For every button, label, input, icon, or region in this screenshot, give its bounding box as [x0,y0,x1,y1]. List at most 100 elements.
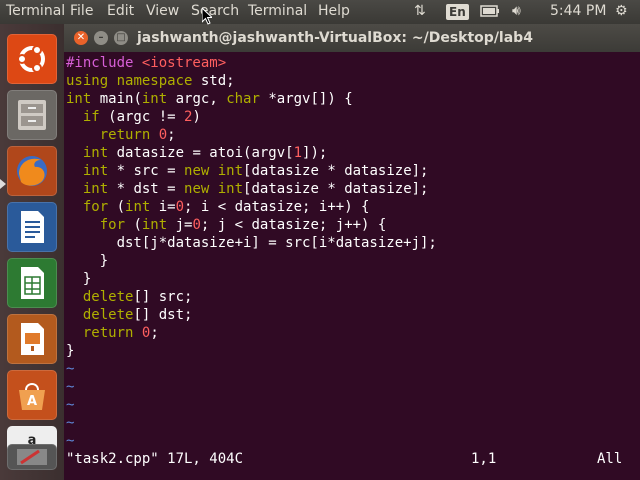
code-token: [] dst; [133,307,193,323]
code-token: i= [150,199,176,215]
menu-help[interactable]: Help [318,3,350,19]
files-icon[interactable] [7,90,57,140]
code-token: 0 [192,217,201,233]
menu-terminal[interactable]: Terminal [248,3,307,19]
terminal-vim-editor[interactable]: #include <iostream> using namespace std; i… [64,52,630,480]
code-token: ; j < datasize; j++) { [200,217,387,233]
code-token: if [82,109,100,125]
code-line: #include <iostream> [66,54,226,72]
code-token: <iostream> [141,55,227,71]
window-titlebar[interactable]: ✕ – □ jashwanth@jashwanth-VirtualBox: ~/… [64,24,640,52]
code-line: delete[] dst; [66,306,193,324]
menu-file[interactable]: File [70,3,93,19]
code-token: ]); [302,145,328,161]
code-token: ( [125,217,142,233]
top-panel: Terminal File Edit View Search Terminal … [0,0,640,24]
code-token: std; [192,73,235,89]
code-token: int [141,91,168,107]
code-token: 1 [293,145,303,161]
code-token: *argv[]) { [259,91,353,107]
code-token: ; [167,127,176,143]
code-token: return [99,127,151,143]
code-line: for (int i=0; i < datasize; i++) { [66,198,370,216]
code-token: int [217,163,244,179]
code-token: dst[j*datasize+i] = src[i*datasize+j]; [66,235,437,251]
code-line: return 0; [66,324,159,342]
code-token: } [66,253,109,269]
code-token: ; [150,325,159,341]
close-icon[interactable]: ✕ [74,31,88,45]
code-token: * dst = [108,181,185,197]
menu-view[interactable]: View [146,3,179,19]
clock[interactable]: 5:44 PM [550,3,606,19]
minimize-icon[interactable]: – [94,31,108,45]
code-token: int [82,163,109,179]
code-line: int * src = new int[datasize * datasize]… [66,162,429,180]
volume-icon[interactable]: 🔊︎ [512,3,521,19]
code-token: using [66,73,109,89]
code-token: int [125,199,151,215]
code-token: ( [108,199,126,215]
code-token: new [184,181,210,197]
tilde-marker: ~ [66,379,75,395]
firefox-icon[interactable] [7,146,57,196]
code-token: return [82,325,134,341]
code-line: if (argc != 2) [66,108,201,126]
code-token: } [66,343,75,359]
mouse-pointer-icon [202,7,212,25]
ubuntu-dash-icon[interactable] [7,34,57,84]
code-token: 0 [175,199,185,215]
code-token: j= [167,217,193,233]
code-line: } [66,252,108,270]
code-line: delete[] src; [66,288,193,306]
code-line: using namespace std; [66,72,235,90]
code-line: for (int j=0; j < datasize; j++) { [66,216,387,234]
code-token: delete [82,307,134,323]
maximize-icon[interactable]: □ [114,31,128,45]
software-center-icon[interactable]: A [7,370,57,420]
menu-search[interactable]: Search [191,3,239,19]
code-token: for [82,199,109,215]
network-transfer-icon[interactable]: ⇅ [414,3,426,19]
writer-icon[interactable] [7,202,57,252]
battery-icon[interactable] [480,5,500,21]
code-token: char [226,91,260,107]
code-token: [datasize * datasize]; [243,163,429,179]
code-token: ; i < datasize; i++) { [184,199,370,215]
code-line: int * dst = new int[datasize * datasize]… [66,180,429,198]
code-token: } [66,271,92,287]
svg-text:A: A [27,394,37,409]
code-token: [] src; [133,289,193,305]
keyboard-layout-label: En [446,4,469,20]
keyboard-layout-indicator[interactable]: En [446,4,469,20]
code-token: int [141,217,168,233]
status-cursor-position: 1,1 [471,451,497,467]
code-line: } [66,342,74,360]
code-token: * src = [108,163,185,179]
code-token: int [82,145,109,161]
code-line: dst[j*datasize+i] = src[i*datasize+j]; [66,234,437,252]
menu-edit[interactable]: Edit [107,3,134,19]
code-token: [datasize * datasize]; [243,181,429,197]
tilde-marker: ~ [66,415,75,431]
calc-icon[interactable] [7,258,57,308]
system-settings-icon[interactable] [7,444,57,470]
code-line: int main(int argc, char *argv[]) { [66,90,353,108]
terminal-scrollbar[interactable] [630,52,640,480]
gear-icon[interactable]: ⚙ [615,3,628,19]
impress-icon[interactable] [7,314,57,364]
